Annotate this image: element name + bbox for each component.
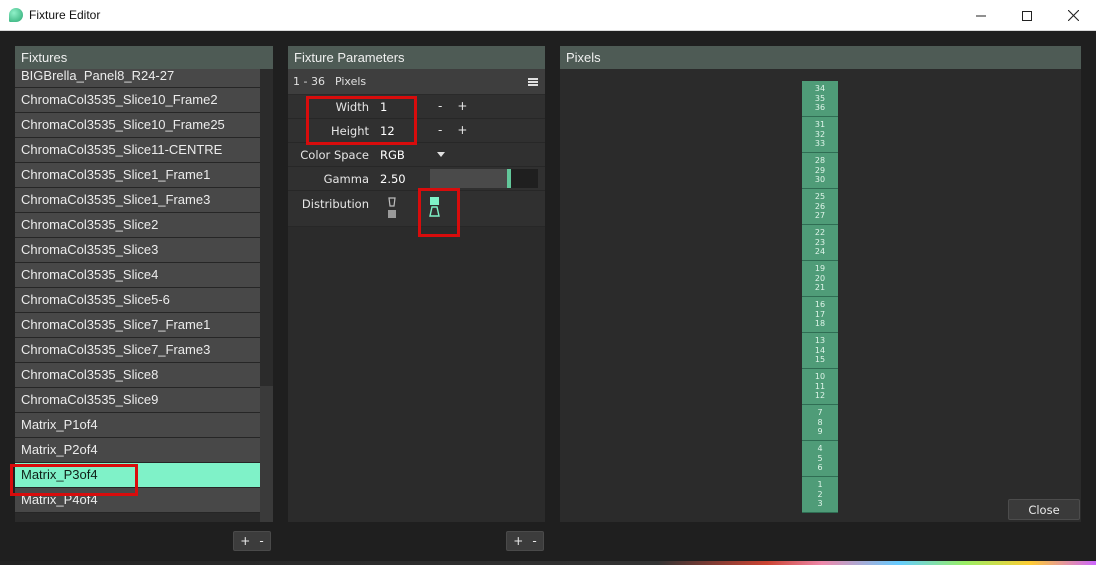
color-space-label: Color Space [300, 148, 369, 162]
width-input[interactable]: 1 [380, 100, 387, 114]
fixtures-panel: Fixtures BIGBrella_Panel8_R24-27 ChromaCo… [15, 46, 273, 522]
pixel-cell[interactable]: 22 23 24 [802, 225, 838, 261]
pixel-range-row: 1 - 36 Pixels [288, 69, 545, 95]
minimize-icon [976, 15, 986, 16]
pixel-cell[interactable]: 25 26 27 [802, 189, 838, 225]
parameter-add-remove-buttons: + - [506, 531, 544, 551]
fixture-list-item[interactable]: ChromaCol3535_Slice8 [15, 363, 260, 388]
gamma-row: Gamma 2.50 [288, 167, 545, 191]
width-increment-button[interactable]: + [457, 99, 467, 113]
taskbar-edge [0, 561, 1096, 565]
gamma-slider-fill [430, 169, 509, 188]
fixture-list-item[interactable]: ChromaCol3535_Slice4 [15, 263, 260, 288]
pixel-cell[interactable]: 13 14 15 [802, 333, 838, 369]
fixture-list-item[interactable]: ChromaCol3535_Slice10_Frame25 [15, 113, 260, 138]
add-parameter-button[interactable]: + [513, 534, 523, 548]
window-body: Fixtures BIGBrella_Panel8_R24-27 ChromaCo… [0, 31, 1096, 565]
pixel-strip: 34 35 36 31 32 33 28 29 30 25 26 27 22 23 24… [802, 81, 838, 513]
fixture-list-item[interactable]: Matrix_P4of4 [15, 488, 260, 513]
fixture-parameters-panel: Fixture Parameters 1 - 36 Pixels Width 1… [288, 46, 545, 522]
app-icon [9, 8, 23, 22]
height-stepper: - + [438, 123, 467, 137]
pixel-range: 1 - 36 [293, 75, 325, 88]
fixture-list-item[interactable]: Matrix_P3of4 [15, 463, 260, 488]
fixture-list-item[interactable]: ChromaCol3535_Slice1_Frame1 [15, 163, 260, 188]
pixels-section-label: Pixels [334, 75, 367, 88]
pixel-cell[interactable]: 19 20 21 [802, 261, 838, 297]
color-space-select[interactable]: RGB [380, 148, 405, 162]
fixture-list-item[interactable]: ChromaCol3535_Slice2 [15, 213, 260, 238]
fixtures-header: Fixtures [15, 46, 273, 69]
fixture-list-item[interactable]: ChromaCol3535_Slice7_Frame1 [15, 313, 260, 338]
gamma-input[interactable]: 2.50 [380, 172, 406, 186]
fixture-list-item[interactable]: ChromaCol3535_Slice10_Frame2 [15, 88, 260, 113]
title-bar: Fixture Editor [0, 0, 1096, 31]
pixel-cell[interactable]: 16 17 18 [802, 297, 838, 333]
fixture-list-item[interactable]: ChromaCol3535_Slice1_Frame3 [15, 188, 260, 213]
height-increment-button[interactable]: + [457, 123, 467, 137]
maximize-button[interactable] [1004, 0, 1050, 31]
window-controls [958, 0, 1096, 31]
fixture-list-item[interactable]: ChromaCol3535_Slice7_Frame3 [15, 338, 260, 363]
close-button[interactable]: Close [1008, 499, 1080, 520]
gamma-slider-handle[interactable] [507, 169, 511, 188]
distribution-row: Distribution [288, 191, 545, 227]
minimize-button[interactable] [958, 0, 1004, 31]
fixture-list: BIGBrella_Panel8_R24-27 ChromaCol3535_Sli… [15, 69, 260, 522]
fixture-list-item[interactable]: ChromaCol3535_Slice5-6 [15, 288, 260, 313]
parameters-header: Fixture Parameters [288, 46, 545, 69]
pixel-cell[interactable]: 31 32 33 [802, 117, 838, 153]
color-space-row: Color Space RGB [288, 143, 545, 167]
pixel-cell[interactable]: 1 2 3 [802, 477, 838, 513]
height-decrement-button[interactable]: - [438, 123, 442, 137]
fixture-list-item[interactable]: ChromaCol3535_Slice11-CENTRE [15, 138, 260, 163]
window-title: Fixture Editor [29, 8, 101, 22]
distribution-label: Distribution [301, 197, 369, 211]
height-row: Height 12 - + [288, 119, 545, 143]
remove-fixture-button[interactable]: - [259, 534, 263, 548]
pixels-panel: Pixels 34 35 36 31 32 33 28 29 30 25 26 27 2… [560, 46, 1081, 522]
distribution-top-down-icon[interactable] [387, 197, 397, 219]
width-stepper: - + [438, 99, 467, 113]
chevron-down-icon[interactable] [437, 152, 445, 157]
fixture-add-remove-buttons: + - [233, 531, 271, 551]
pixel-cell[interactable]: 10 11 12 [802, 369, 838, 405]
add-fixture-button[interactable]: + [240, 534, 250, 548]
hamburger-menu-icon[interactable] [528, 78, 538, 86]
distribution-bottom-up-icon[interactable] [429, 196, 440, 218]
pixels-header: Pixels [560, 46, 1081, 69]
gamma-slider[interactable] [430, 169, 538, 188]
pixel-cell[interactable]: 28 29 30 [802, 153, 838, 189]
gamma-label: Gamma [323, 172, 369, 186]
fixture-list-item[interactable]: ChromaCol3535_Slice3 [15, 238, 260, 263]
fixture-list-item[interactable]: ChromaCol3535_Slice9 [15, 388, 260, 413]
pixel-cell[interactable]: 4 5 6 [802, 441, 838, 477]
pixel-cell[interactable]: 34 35 36 [802, 81, 838, 117]
remove-parameter-button[interactable]: - [532, 534, 536, 548]
maximize-icon [1022, 10, 1032, 21]
close-icon [1067, 10, 1079, 21]
width-row: Width 1 - + [288, 95, 545, 119]
pixel-cell[interactable]: 7 8 9 [802, 405, 838, 441]
close-window-button[interactable] [1050, 0, 1096, 31]
height-input[interactable]: 12 [380, 124, 395, 138]
fixture-scrollbar-thumb[interactable] [260, 386, 273, 522]
height-label: Height [330, 124, 369, 138]
fixture-list-item[interactable]: Matrix_P1of4 [15, 413, 260, 438]
fixture-list-item[interactable]: BIGBrella_Panel8_R24-27 [15, 69, 260, 88]
width-decrement-button[interactable]: - [438, 99, 442, 113]
fixture-list-item[interactable]: Matrix_P2of4 [15, 438, 260, 463]
width-label: Width [335, 100, 369, 114]
